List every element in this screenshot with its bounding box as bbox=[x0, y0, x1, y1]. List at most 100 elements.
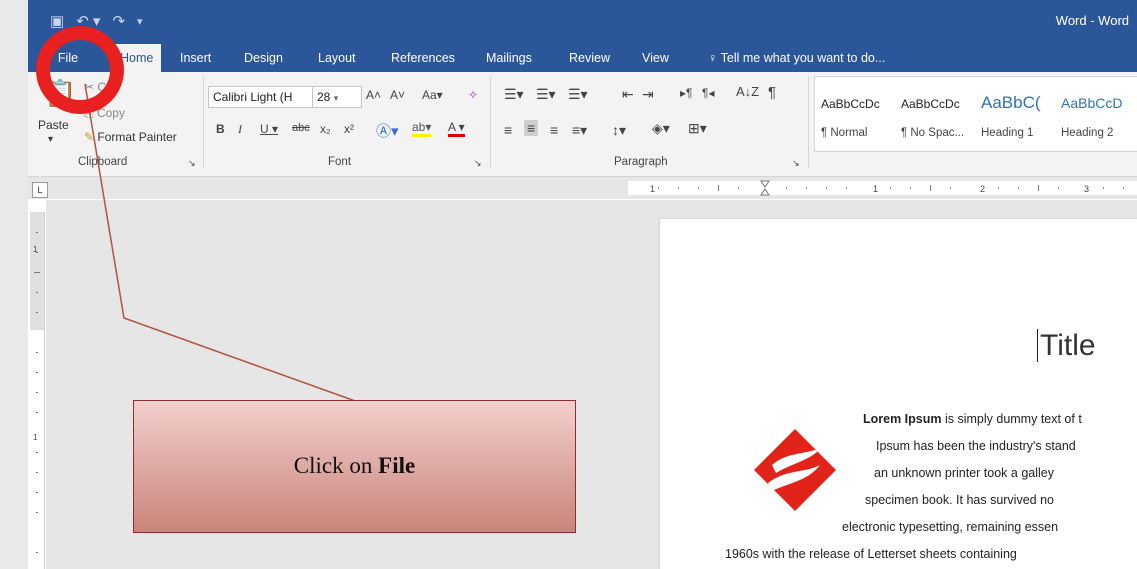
bold-run: Lorem Ipsum bbox=[863, 412, 942, 426]
brush-icon: ✎ bbox=[84, 130, 95, 144]
font-launcher-icon[interactable]: ↘ bbox=[474, 158, 482, 169]
horizontal-ruler[interactable]: 1 1 2 3 bbox=[28, 177, 1137, 199]
tab-selector[interactable]: L bbox=[32, 182, 48, 198]
lightbulb-icon: ♀ bbox=[708, 51, 718, 65]
align-left-icon[interactable]: ≡ bbox=[504, 122, 512, 138]
text-cursor bbox=[1037, 329, 1038, 362]
highlight-icon[interactable]: ab▾ bbox=[412, 120, 432, 137]
style-label: Heading 1 bbox=[981, 127, 1034, 139]
text-effects-icon[interactable]: Ⓐ▾ bbox=[376, 120, 399, 141]
style-normal[interactable]: AaBbCcDc ¶ Normal bbox=[817, 85, 897, 143]
highlight-ring bbox=[36, 26, 124, 114]
italic-icon[interactable]: I bbox=[238, 122, 242, 137]
ribbon-tabs: File Home Insert Design Layout Reference… bbox=[28, 44, 1137, 72]
align-right-icon[interactable]: ≡ bbox=[550, 122, 558, 138]
save-icon[interactable]: ▣ bbox=[50, 12, 64, 30]
tab-review[interactable]: Review bbox=[561, 44, 618, 72]
instruction-callout: Click on File bbox=[133, 400, 576, 533]
justify-icon[interactable]: ≡▾ bbox=[572, 122, 587, 139]
clipboard-launcher-icon[interactable]: ↘ bbox=[188, 158, 196, 169]
customize-qat-icon[interactable]: ▾ bbox=[137, 15, 143, 28]
change-case-icon[interactable]: Aa▾ bbox=[422, 88, 443, 102]
svg-text:2: 2 bbox=[980, 184, 985, 194]
grow-font-icon[interactable]: A˄ bbox=[366, 88, 381, 102]
tab-references[interactable]: References bbox=[383, 44, 463, 72]
style-label: Heading 2 bbox=[1061, 127, 1114, 139]
tab-insert[interactable]: Insert bbox=[172, 44, 219, 72]
shading-icon[interactable]: ◈▾ bbox=[652, 120, 670, 137]
style-preview: AaBbCcDc bbox=[821, 97, 880, 111]
vertical-ruler[interactable]: 1 1 bbox=[30, 212, 45, 569]
separator bbox=[203, 76, 204, 168]
vertical-ruler-ticks: 1 1 bbox=[30, 212, 44, 553]
style-preview: AaBbCcDc bbox=[901, 97, 960, 111]
clear-formatting-icon[interactable]: ✧ bbox=[468, 88, 478, 102]
tell-me-text: Tell me what you want to do... bbox=[720, 51, 886, 65]
document-page[interactable] bbox=[660, 219, 1137, 569]
clipboard-group-label: Clipboard bbox=[78, 156, 128, 168]
title-bar: ▣ ↶ ▾ ↷ ▾ Word - Word bbox=[28, 0, 1137, 44]
superscript-icon[interactable]: x² bbox=[344, 122, 354, 136]
style-no-spacing[interactable]: AaBbCcDc ¶ No Spac... bbox=[897, 85, 977, 143]
tab-design[interactable]: Design bbox=[236, 44, 291, 72]
format-painter-button[interactable]: ✎ Format Painter bbox=[84, 130, 177, 144]
doc-line-1: Lorem Ipsum is simply dummy text of t bbox=[863, 412, 1082, 426]
svg-text:1: 1 bbox=[33, 433, 38, 442]
tab-layout[interactable]: Layout bbox=[310, 44, 364, 72]
svg-text:1: 1 bbox=[873, 184, 878, 194]
rtl-icon[interactable]: ¶◂ bbox=[702, 86, 714, 100]
separator bbox=[808, 76, 809, 168]
font-color-icon[interactable]: A ▾ bbox=[448, 120, 465, 137]
callout-text: Click on File bbox=[134, 453, 575, 479]
styles-gallery: AaBbCcDc ¶ Normal AaBbCcDc ¶ No Spac... … bbox=[814, 76, 1137, 152]
paste-button[interactable]: Paste bbox=[38, 118, 69, 132]
font-name-dropdown[interactable]: Calibri Light (H bbox=[208, 86, 314, 108]
callout-emphasis: File bbox=[378, 453, 416, 478]
svg-text:1: 1 bbox=[650, 184, 655, 194]
style-heading-2[interactable]: AaBbCcD Heading 2 bbox=[1057, 85, 1137, 143]
style-preview: AaBbCcD bbox=[1061, 95, 1123, 111]
paste-dropdown-icon[interactable]: ▾ bbox=[48, 134, 53, 145]
callout-prefix: Click on bbox=[293, 453, 379, 478]
tell-me-box[interactable]: ♀ Tell me what you want to do... bbox=[700, 44, 893, 72]
numbering-icon[interactable]: ☰▾ bbox=[536, 86, 556, 103]
ribbon-home: 📋 Paste ▾ ✂ Cut ⎘ Copy ✎ Format Painter … bbox=[28, 72, 1137, 177]
window-title: Word - Word bbox=[1055, 13, 1129, 28]
text-run: is simply dummy text of t bbox=[941, 412, 1082, 426]
increase-indent-icon[interactable]: ⇥ bbox=[642, 86, 654, 103]
document-title[interactable]: Title bbox=[1037, 329, 1096, 363]
doc-line-2: Ipsum has been the industry's stand bbox=[876, 439, 1076, 453]
align-center-icon[interactable]: ≡ bbox=[524, 120, 539, 136]
sort-icon[interactable]: A↓Z bbox=[736, 84, 759, 99]
tab-mailings[interactable]: Mailings bbox=[478, 44, 540, 72]
font-group-label: Font bbox=[328, 156, 352, 168]
doc-line-3: an unknown printer took a galley bbox=[874, 466, 1054, 480]
format-painter-label: Format Painter bbox=[97, 130, 177, 144]
style-preview: AaBbC( bbox=[981, 93, 1041, 112]
bold-icon[interactable]: B bbox=[216, 122, 225, 136]
bullets-icon[interactable]: ☰▾ bbox=[504, 86, 524, 103]
underline-icon[interactable]: U ▾ bbox=[260, 122, 278, 136]
brand-logo bbox=[754, 429, 836, 511]
line-spacing-icon[interactable]: ↕▾ bbox=[612, 122, 626, 139]
style-heading-1[interactable]: AaBbC( Heading 1 bbox=[977, 85, 1057, 143]
chevron-down-icon: ▾ bbox=[333, 93, 339, 103]
paragraph-launcher-icon[interactable]: ↘ bbox=[792, 158, 800, 169]
title-text: Title bbox=[1040, 329, 1096, 362]
doc-line-4: specimen book. It has survived no bbox=[865, 493, 1054, 507]
tab-view[interactable]: View bbox=[634, 44, 677, 72]
multilevel-list-icon[interactable]: ☰▾ bbox=[568, 86, 588, 103]
doc-line-6: 1960s with the release of Letterset shee… bbox=[725, 547, 1017, 561]
svg-text:1: 1 bbox=[33, 245, 38, 254]
decrease-indent-icon[interactable]: ⇤ bbox=[622, 86, 634, 103]
strikethrough-icon[interactable]: abc bbox=[292, 122, 310, 134]
style-label: ¶ No Spac... bbox=[901, 127, 965, 139]
borders-icon[interactable]: ⊞▾ bbox=[688, 120, 707, 137]
font-size-value: 28 bbox=[317, 90, 331, 104]
ltr-icon[interactable]: ▸¶ bbox=[680, 86, 692, 100]
subscript-icon[interactable]: x₂ bbox=[320, 122, 331, 136]
font-size-dropdown[interactable]: 28 ▾ bbox=[312, 86, 362, 108]
show-marks-icon[interactable]: ¶ bbox=[768, 84, 776, 101]
redo-icon[interactable]: ↷ bbox=[112, 12, 125, 30]
shrink-font-icon[interactable]: A˅ bbox=[390, 88, 405, 102]
